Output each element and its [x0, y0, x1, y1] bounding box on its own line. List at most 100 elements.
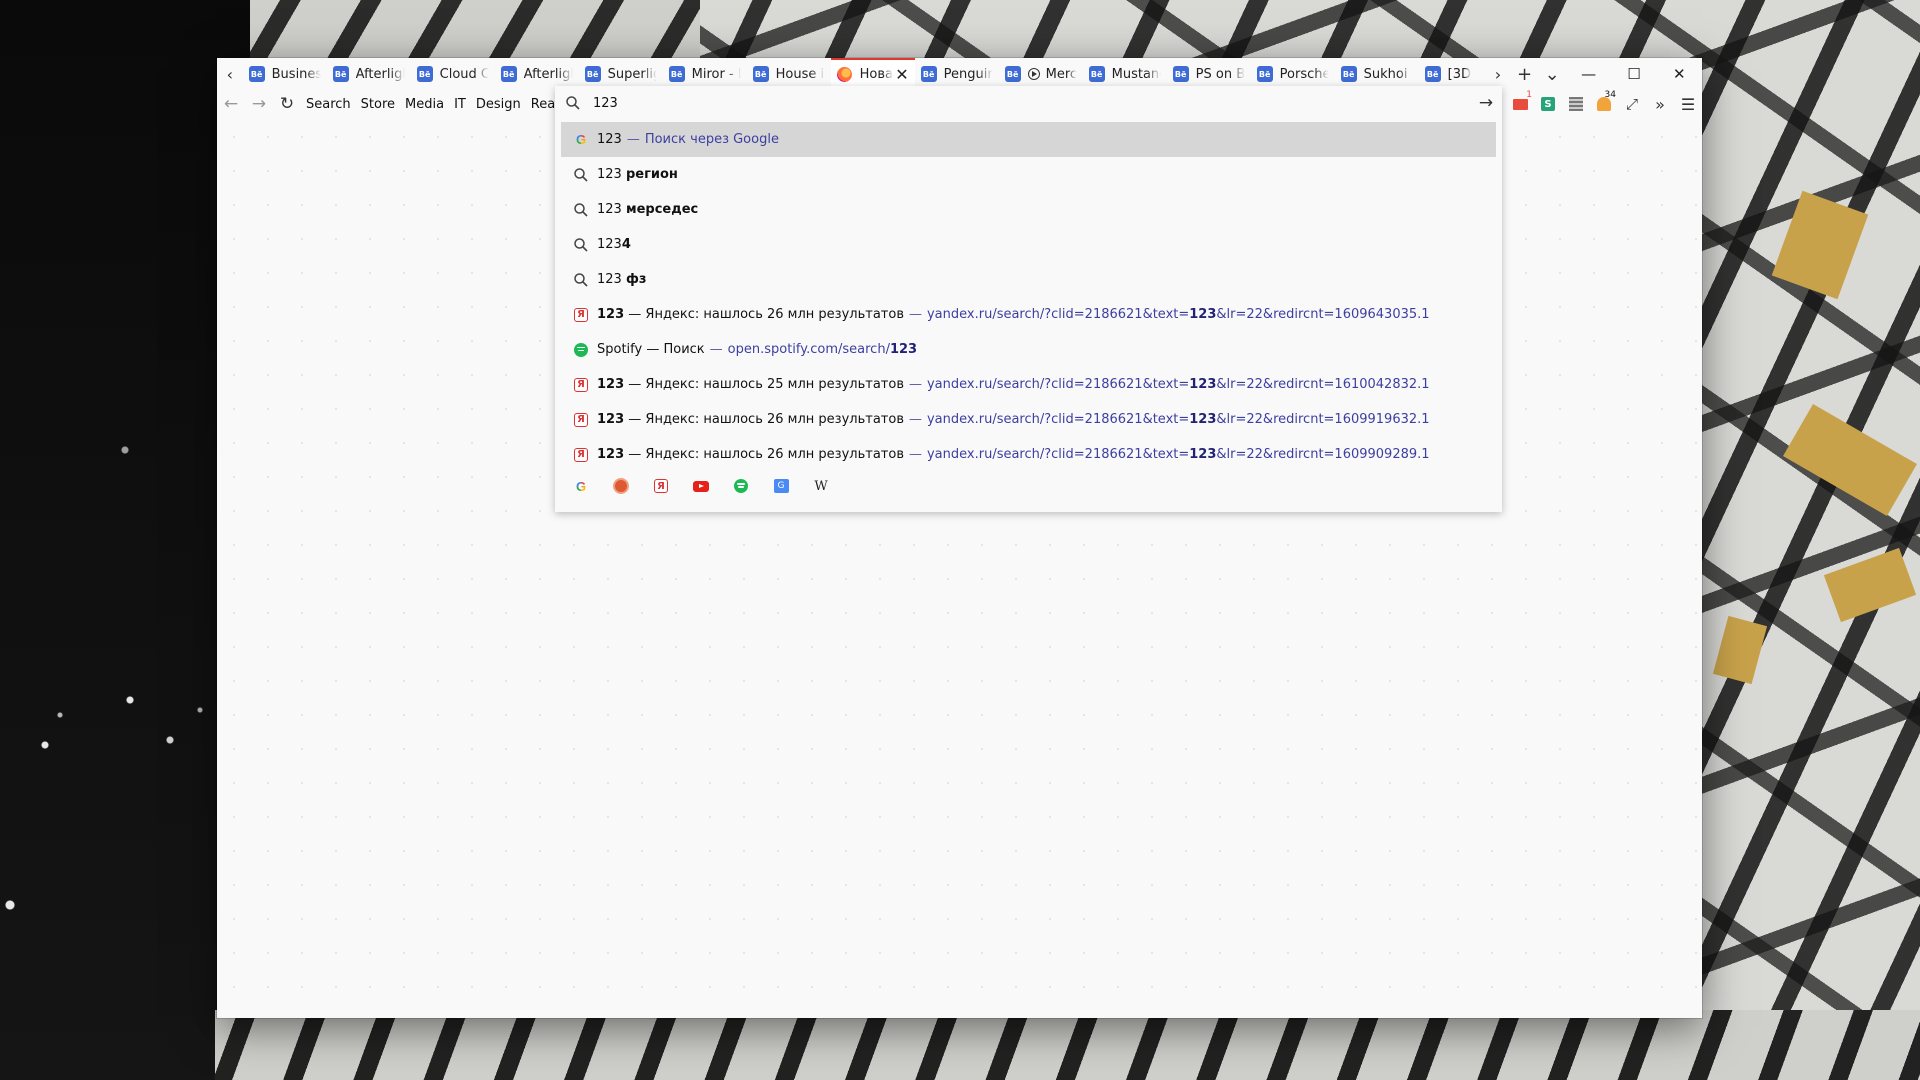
result-title-match: 123 [597, 447, 625, 462]
bookmark-media[interactable]: Media [400, 92, 449, 116]
scroll-tabs-left-button[interactable]: ‹ [217, 58, 243, 90]
result-separator: — [908, 412, 922, 427]
tab-1[interactable]: Bē Afterlight [327, 58, 411, 90]
result-separator: — [908, 377, 922, 392]
behance-icon: Bē [500, 66, 517, 82]
mail-extension-button[interactable]: 1 [1506, 90, 1534, 118]
yandex-icon: Я [574, 307, 588, 322]
result-separator: — [626, 132, 640, 147]
close-tab-button[interactable]: ✕ [895, 65, 908, 84]
result-row[interactable]: Я 123 — Яндекс: нашлось 25 млн результато… [561, 367, 1496, 402]
google-engine-button[interactable]: G [561, 471, 601, 501]
go-button[interactable]: → [1476, 93, 1496, 113]
back-button[interactable]: ← [217, 90, 245, 118]
suggestion-completion: регион [625, 167, 678, 182]
mail-badge: 1 [1526, 90, 1532, 100]
bookmark-design[interactable]: Design [471, 92, 526, 116]
result-url-match: 123 [1189, 447, 1217, 462]
spotify-engine-button[interactable] [721, 471, 761, 501]
suggestion-text: 123 [597, 272, 626, 287]
result-row[interactable]: G 123 — Поиск через Google [561, 122, 1496, 157]
behance-icon: Bē [584, 66, 601, 82]
result-url: yandex.ru/search/?clid=2186621&text=123&… [927, 447, 1430, 462]
reload-icon: ↻ [279, 94, 295, 114]
urlbar-results: G 123— Поиск через Google 123 регион 123 мер… [555, 122, 1502, 472]
minimize-button[interactable]: — [1566, 58, 1611, 90]
result-url-part: &lr=22&redircnt=1609919632.1 [1216, 412, 1430, 427]
forward-button[interactable]: → [245, 90, 273, 118]
suggestion-completion: 4 [621, 237, 631, 252]
result-title: Spotify — Поиск [597, 342, 705, 357]
wikipedia-engine-button[interactable]: W [801, 471, 841, 501]
result-title-match: 123 [597, 307, 625, 322]
result-icon [573, 202, 589, 218]
urlbar-input[interactable]: 123 [593, 96, 1476, 111]
one-off-search-engines: GЯGW [561, 471, 841, 501]
maximize-button[interactable]: ☐ [1611, 58, 1656, 90]
result-row[interactable]: 123 фз [561, 262, 1496, 297]
chevron-right-icon: › [1494, 64, 1502, 84]
result-url-part: &lr=22&redircnt=1609643035.1 [1216, 307, 1430, 322]
result-row[interactable]: Я 123 — Яндекс: нашлось 26 млн результато… [561, 437, 1496, 472]
tab-2[interactable]: Bē Cloud Co [411, 58, 495, 90]
result-url-part: yandex.ru/search/?clid=2186621&text= [926, 377, 1190, 392]
overflow-menu-button[interactable]: » [1646, 90, 1674, 118]
main-menu-button[interactable]: ☰ [1674, 90, 1702, 118]
fullscreen-button[interactable]: ⤢ [1618, 90, 1646, 118]
result-icon [573, 167, 589, 183]
tab-label: Penguin [943, 66, 993, 82]
firefox-logo [837, 66, 853, 82]
tab-label: House in [775, 66, 825, 82]
tab-label: Новая [859, 66, 894, 82]
bookmark-it[interactable]: IT [449, 92, 471, 116]
result-row[interactable]: 123 регион [561, 157, 1496, 192]
new-tab-button[interactable]: + [1511, 58, 1539, 90]
urlbar[interactable]: 123 → [555, 86, 1502, 120]
result-icon [573, 342, 589, 358]
result-row[interactable]: 123 мерседес [561, 192, 1496, 227]
suggestion-text: 123 [597, 132, 622, 147]
tab-label: Mustang [1111, 66, 1161, 82]
result-row[interactable]: Я 123 — Яндекс: нашлось 26 млн результато… [561, 402, 1496, 437]
behance-icon: Bē [332, 66, 349, 82]
yandex-icon: Я [574, 447, 588, 462]
result-row[interactable]: 123 4 [561, 227, 1496, 262]
youtube-icon [693, 480, 709, 492]
result-url-part: &lr=22&redircnt=1610042832.1 [1216, 377, 1430, 392]
duckduckgo-engine-button[interactable] [601, 471, 641, 501]
reload-button[interactable]: ↻ [273, 90, 301, 118]
tab-label: Porsche [1279, 66, 1329, 82]
behance-icon: Bē [1340, 66, 1357, 82]
urlbar-popup: 123 → G 123— Поиск через Google 123 регион 1… [555, 86, 1502, 512]
result-title: — Яндекс: нашлось 26 млн результатов [624, 307, 904, 322]
wallpaper-pattern-bottom [215, 1010, 1920, 1080]
list-all-tabs-button[interactable]: ⌄ [1538, 58, 1566, 90]
yandex-engine-button[interactable]: Я [641, 471, 681, 501]
behance-icon: Bē [668, 66, 685, 82]
result-url-part: yandex.ru/search/?clid=2186621&text= [926, 447, 1190, 462]
tab-0[interactable]: Bē Business [243, 58, 327, 90]
media-playing-icon[interactable] [1027, 68, 1040, 80]
reader-extension-button[interactable] [1562, 90, 1590, 118]
result-url-part: &lr=22&redircnt=1609909289.1 [1216, 447, 1430, 462]
behance-icon: Bē [1424, 66, 1441, 82]
translate-engine-button[interactable]: G [761, 471, 801, 501]
result-icon: Я [573, 447, 589, 463]
youtube-engine-button[interactable] [681, 471, 721, 501]
result-title: — Яндекс: нашлось 25 млн результатов [624, 377, 904, 392]
result-url-part: yandex.ru/search/?clid=2186621&text= [926, 307, 1190, 322]
close-window-button[interactable]: ✕ [1657, 58, 1702, 90]
behance-icon: Bē [1004, 66, 1021, 82]
notifications-extension-button[interactable]: 34 [1590, 90, 1618, 118]
browser-window: ‹ Bē Business Bē Afterlight Bē Cloud Co Bē Afte… [217, 58, 1702, 1018]
bookmark-store[interactable]: Store [356, 92, 400, 116]
result-separator: — [709, 342, 723, 357]
result-title: — Яндекс: нашлось 26 млн результатов [624, 447, 904, 462]
result-row[interactable]: Spotify — Поиск — open.spotify.com/search/… [561, 332, 1496, 367]
s-extension-button[interactable]: S [1534, 90, 1562, 118]
result-row[interactable]: Я 123 — Яндекс: нашлось 26 млн результато… [561, 297, 1496, 332]
suggestion-completion: мерседес [625, 202, 699, 217]
result-url-match: 123 [889, 342, 918, 357]
behance-icon: Bē [416, 66, 433, 82]
bookmark-search[interactable]: Search [301, 92, 356, 116]
